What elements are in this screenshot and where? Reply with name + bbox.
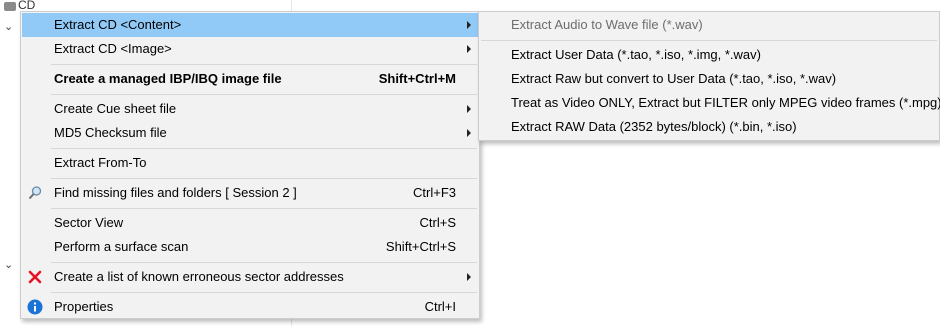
menu-item-label: Extract CD <Image> bbox=[54, 41, 172, 56]
chevron-down-icon[interactable]: ⌄ bbox=[4, 258, 13, 271]
menu-separator bbox=[51, 148, 477, 149]
menu-item-shortcut: Ctrl+S bbox=[419, 215, 456, 230]
menu-item-label: Sector View bbox=[54, 215, 124, 230]
submenu-item-extract-raw-convert[interactable]: Extract Raw but convert to User Data (*.… bbox=[480, 67, 938, 91]
menu-item-extract-from-to[interactable]: Extract From-To bbox=[22, 151, 478, 175]
menu-separator bbox=[51, 292, 477, 293]
folder-tree-panel: CD ⌄ ⌄ bbox=[0, 0, 35, 326]
menu-item-extract-cd-image[interactable]: Extract CD <Image> bbox=[22, 37, 478, 61]
menu-separator bbox=[51, 178, 477, 179]
menu-item-create-managed-image[interactable]: Create a managed IBP/IBQ image file Shif… bbox=[22, 67, 478, 91]
menu-separator bbox=[51, 94, 477, 95]
submenu-separator bbox=[481, 40, 937, 41]
submenu-item-extract-audio: Extract Audio to Wave file (*.wav) bbox=[480, 13, 938, 37]
submenu-arrow-icon bbox=[467, 45, 471, 53]
menu-item-label: Properties bbox=[54, 299, 114, 314]
menu-item-find-missing-files[interactable]: Find missing files and folders [ Session… bbox=[22, 181, 478, 205]
submenu-item-label: Extract Raw but convert to User Data (*.… bbox=[511, 71, 837, 86]
menu-item-label: MD5 Checksum file bbox=[54, 125, 167, 140]
submenu-arrow-icon bbox=[467, 129, 471, 137]
menu-item-shortcut: Ctrl+I bbox=[424, 299, 456, 314]
menu-item-create-cue-sheet[interactable]: Create Cue sheet file bbox=[22, 97, 478, 121]
menu-item-label: Create a list of known erroneous sector … bbox=[54, 269, 344, 284]
context-menu: Extract CD <Content> Extract CD <Image> … bbox=[20, 11, 480, 319]
submenu-arrow-icon bbox=[467, 105, 471, 113]
submenu-item-extract-raw-data[interactable]: Extract RAW Data (2352 bytes/block) (*.b… bbox=[480, 115, 938, 139]
menu-item-label: Extract From-To bbox=[54, 155, 147, 170]
menu-item-label: Create a managed IBP/IBQ image file bbox=[54, 71, 282, 86]
menu-item-sector-view[interactable]: Sector View Ctrl+S bbox=[22, 211, 478, 235]
menu-item-surface-scan[interactable]: Perform a surface scan Shift+Ctrl+S bbox=[22, 235, 478, 259]
menu-separator bbox=[51, 64, 477, 65]
chevron-down-icon[interactable]: ⌄ bbox=[4, 20, 13, 33]
menu-item-label: Create Cue sheet file bbox=[54, 101, 177, 116]
cd-drive-icon bbox=[4, 2, 16, 11]
magnifier-icon bbox=[27, 185, 43, 201]
info-icon bbox=[27, 299, 43, 315]
submenu-item-treat-as-video[interactable]: Treat as Video ONLY, Extract but FILTER … bbox=[480, 91, 940, 115]
extract-content-submenu: Extract Audio to Wave file (*.wav) Extra… bbox=[478, 11, 940, 141]
menu-item-label: Perform a surface scan bbox=[54, 239, 189, 254]
submenu-arrow-icon bbox=[467, 21, 471, 29]
submenu-arrow-icon bbox=[467, 273, 471, 281]
menu-separator bbox=[51, 262, 477, 263]
menu-item-label: Find missing files and folders [ Session… bbox=[54, 185, 297, 200]
red-x-icon bbox=[27, 269, 43, 285]
menu-item-shortcut: Shift+Ctrl+M bbox=[378, 71, 456, 86]
menu-item-properties[interactable]: Properties Ctrl+I bbox=[22, 295, 478, 319]
submenu-item-label: Extract Audio to Wave file (*.wav) bbox=[511, 17, 703, 32]
menu-separator bbox=[51, 208, 477, 209]
menu-item-erroneous-sectors[interactable]: Create a list of known erroneous sector … bbox=[22, 265, 478, 289]
menu-item-shortcut: Shift+Ctrl+S bbox=[385, 239, 456, 254]
menu-item-extract-cd-content[interactable]: Extract CD <Content> bbox=[22, 13, 478, 37]
submenu-item-extract-user-data[interactable]: Extract User Data (*.tao, *.iso, *.img, … bbox=[480, 43, 938, 67]
submenu-item-label: Extract User Data (*.tao, *.iso, *.img, … bbox=[511, 47, 761, 62]
menu-item-label: Extract CD <Content> bbox=[54, 17, 182, 32]
submenu-item-label: Extract RAW Data (2352 bytes/block) (*.b… bbox=[511, 119, 797, 134]
submenu-item-label: Treat as Video ONLY, Extract but FILTER … bbox=[511, 95, 940, 110]
menu-item-md5-checksum[interactable]: MD5 Checksum file bbox=[22, 121, 478, 145]
menu-item-shortcut: Ctrl+F3 bbox=[413, 185, 456, 200]
